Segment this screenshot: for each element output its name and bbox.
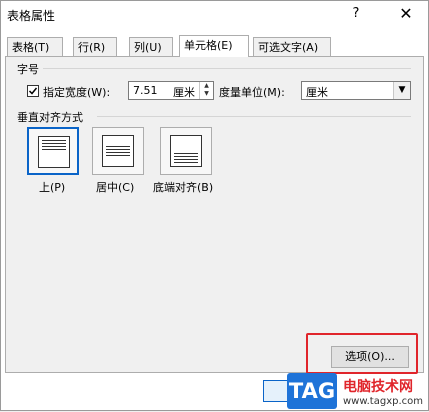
valign-heading: 垂直对齐方式 xyxy=(17,111,83,124)
checkmark-icon xyxy=(28,87,38,95)
valign-center-option[interactable] xyxy=(92,127,144,175)
size-divider xyxy=(43,68,411,69)
measure-label: 度量单位(M): xyxy=(219,86,285,99)
measure-value: 厘米 xyxy=(306,86,328,99)
size-heading: 字号 xyxy=(17,63,39,76)
watermark-title: 电脑技术网 xyxy=(343,379,413,395)
valign-top-option[interactable] xyxy=(27,127,79,175)
help-button[interactable]: ? xyxy=(341,3,371,25)
tab-table[interactable]: 表格(T) xyxy=(7,37,63,56)
table-properties-dialog: 表格属性 ? ✕ 表格(T) 行(R) 列(U) 单元格(E) 可选文字(A) … xyxy=(0,0,429,411)
options-button[interactable]: 选项(O)... xyxy=(331,346,409,368)
chevron-down-icon[interactable]: ▼ xyxy=(393,82,410,99)
tab-row[interactable]: 行(R) xyxy=(73,37,117,56)
valign-top-label: 上(P) xyxy=(39,181,66,194)
watermark-url: www.tagxp.com xyxy=(343,396,423,407)
tab-cell[interactable]: 单元格(E) xyxy=(179,35,249,57)
align-top-icon xyxy=(38,136,70,168)
width-label: 指定宽度(W): xyxy=(43,86,111,99)
align-bottom-icon xyxy=(170,135,202,167)
width-unit: 厘米 xyxy=(173,86,195,99)
cell-tab-panel xyxy=(5,56,424,373)
align-center-icon xyxy=(102,135,134,167)
width-stepper[interactable]: ▲ ▼ xyxy=(199,82,213,99)
valign-center-label: 居中(C) xyxy=(96,181,135,194)
valign-bottom-option[interactable] xyxy=(160,127,212,175)
watermark: TAG 电脑技术网 www.tagxp.com xyxy=(287,371,429,412)
tab-strip: 表格(T) 行(R) 列(U) 单元格(E) 可选文字(A) xyxy=(5,35,425,57)
watermark-logo: TAG xyxy=(287,373,337,409)
title-bar: 表格属性 ? ✕ xyxy=(1,1,428,28)
spin-down-icon[interactable]: ▼ xyxy=(200,90,213,98)
width-input[interactable]: 7.51 厘米 ▲ ▼ xyxy=(128,81,214,100)
close-button[interactable]: ✕ xyxy=(391,3,421,25)
measure-select[interactable]: 厘米 ▼ xyxy=(301,81,411,100)
tab-alt-text[interactable]: 可选文字(A) xyxy=(253,37,331,56)
valign-divider xyxy=(97,116,411,117)
width-checkbox[interactable] xyxy=(27,85,39,97)
dialog-title: 表格属性 xyxy=(7,9,56,23)
spin-up-icon[interactable]: ▲ xyxy=(200,82,213,90)
width-value: 7.51 xyxy=(133,84,158,97)
tab-column[interactable]: 列(U) xyxy=(129,37,173,56)
valign-bottom-label: 底端对齐(B) xyxy=(153,181,214,194)
